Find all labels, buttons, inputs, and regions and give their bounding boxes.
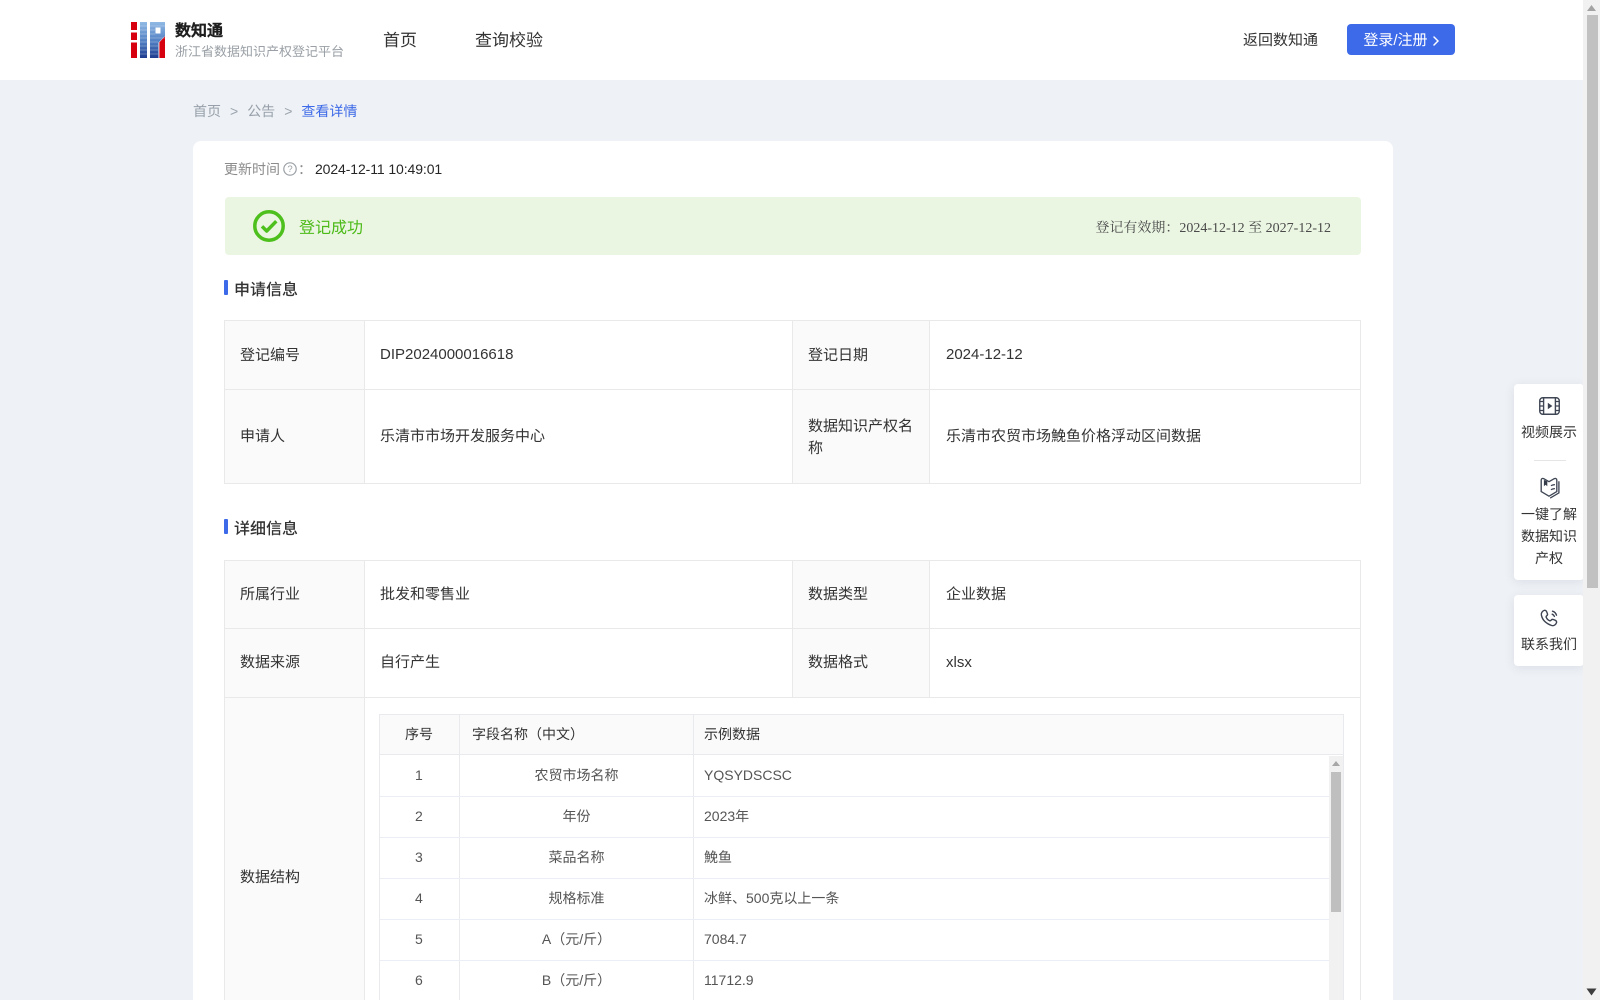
- svg-text:?: ?: [287, 164, 292, 175]
